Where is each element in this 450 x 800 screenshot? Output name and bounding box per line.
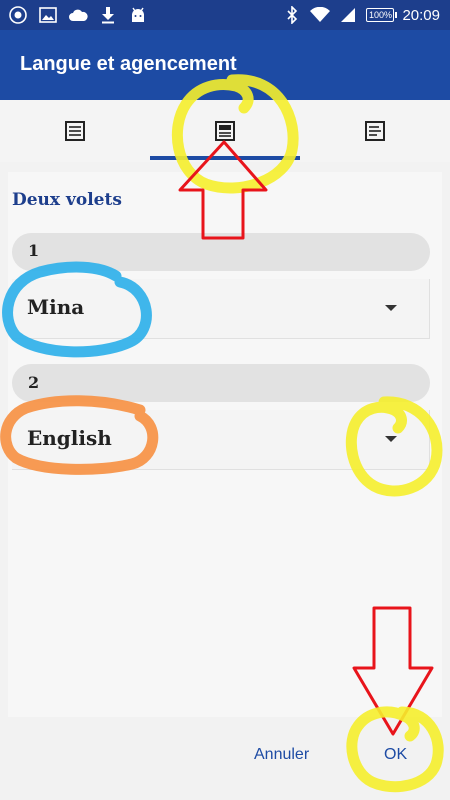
dropdown-arrow-icon[interactable] <box>385 305 397 311</box>
dropdown-arrow-icon[interactable] <box>385 436 397 442</box>
pane1-label-bar <box>12 233 430 271</box>
cloud-icon <box>68 5 88 25</box>
android-icon <box>128 5 148 25</box>
tab-two-pane[interactable] <box>150 100 300 162</box>
app-icon <box>8 5 28 25</box>
signal-icon <box>338 5 358 25</box>
pane1-language-value: Mina <box>27 295 85 319</box>
pane1-label: 1 <box>28 241 40 260</box>
bluetooth-icon <box>282 5 302 25</box>
clock: 20:09 <box>402 6 440 24</box>
status-bar: 100% 20:09 <box>0 0 450 30</box>
layout-tabs <box>0 100 450 162</box>
two-pane-icon <box>215 121 235 141</box>
wifi-icon <box>310 5 331 25</box>
app-bar: Langue et agencement <box>0 30 450 100</box>
pane2-label-bar <box>12 364 430 402</box>
pane2-language-dropdown[interactable]: English <box>12 410 430 470</box>
download-icon <box>98 5 118 25</box>
list-pane-icon <box>365 121 385 141</box>
status-icons-left <box>8 5 148 25</box>
cancel-button[interactable]: Annuler <box>254 746 309 764</box>
tab-indicator <box>150 156 300 160</box>
tab-list-pane[interactable] <box>300 100 450 162</box>
single-pane-icon <box>65 121 85 141</box>
status-icons-right: 100% 20:09 <box>282 4 440 26</box>
pane2-language-value: English <box>27 426 112 450</box>
image-icon <box>38 5 58 25</box>
tab-single-pane[interactable] <box>0 100 150 162</box>
page-title: Langue et agencement <box>20 53 237 75</box>
section-title: Deux volets <box>12 190 122 210</box>
pane1-language-dropdown[interactable]: Mina <box>12 279 430 339</box>
pane2-label: 2 <box>28 373 40 392</box>
ok-button[interactable]: OK <box>384 746 407 764</box>
battery-icon: 100% <box>366 8 398 22</box>
